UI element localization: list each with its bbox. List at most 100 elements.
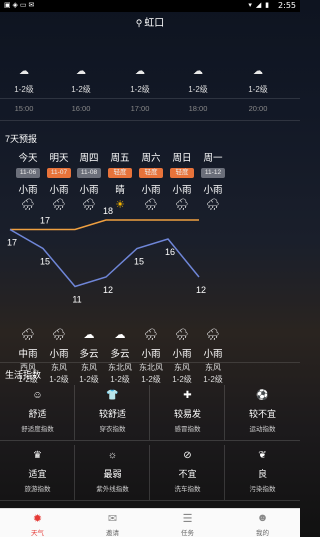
low-temp-label: 15: [134, 257, 144, 267]
date-badge: 轻度: [108, 168, 132, 178]
low-temp-label: 15: [40, 257, 50, 267]
status-time: 2:55: [278, 1, 296, 10]
status-left-icons: ▣ ◈ ▭ ✉: [4, 2, 35, 9]
life-index-value: 最弱: [103, 469, 122, 479]
life-index-item[interactable]: 👕 较舒适 穿衣指数: [75, 385, 150, 441]
night-condition: 小雨: [141, 349, 161, 360]
pill-icon: ✚: [183, 390, 192, 401]
day-condition: 小雨: [18, 185, 38, 196]
rain-cloud-icon: 🌧: [21, 329, 35, 341]
rain-cloud-icon: 🌧: [144, 329, 158, 341]
high-temp-line: [10, 219, 199, 231]
car-wash-icon: ⊘: [183, 450, 192, 461]
night-wind-level: 1-2级: [49, 375, 69, 384]
high-temp-label: 17: [40, 216, 50, 226]
life-index-item[interactable]: ⊘ 不宜洗车指数: [150, 445, 225, 501]
day-name: 今天: [18, 153, 38, 164]
day-condition: 小雨: [203, 185, 223, 196]
low-temp-label: 12: [103, 285, 113, 295]
date-badge: 11-12: [201, 168, 225, 178]
date-badge: 11-08: [77, 168, 101, 178]
date-badge: 轻度: [170, 168, 194, 178]
date-badge: 轻度: [139, 168, 163, 178]
cloudy-icon: ☁: [83, 329, 95, 341]
day-condition: 晴: [115, 185, 125, 196]
night-wind: 东风: [81, 363, 97, 372]
life-index-value: 舒适: [28, 409, 47, 419]
low-temp-line: [9, 228, 200, 288]
life-index-item[interactable]: ♛ 适宜 旅游指数: [0, 445, 75, 501]
low-temp-label: 17: [7, 238, 17, 248]
life-index-value: 不宜: [178, 469, 197, 479]
hour-wind: 1-2级: [71, 85, 91, 94]
rain-cloud-icon: 🌧: [52, 329, 66, 341]
life-index-name: 舒适度指数: [21, 426, 54, 433]
city-name: 虹口: [144, 18, 165, 29]
life-index-name: 运动指数: [249, 426, 276, 433]
status-right-icons: ▾ ◢ ▮: [248, 2, 270, 9]
life-index-name: 洗车指数: [174, 486, 201, 493]
day-name: 周五: [110, 153, 130, 164]
tab-mail[interactable]: ✉ 邀请: [75, 509, 150, 537]
night-wind-level: 1-2级: [110, 375, 130, 384]
hour-time: 17:00: [130, 104, 150, 113]
divider: [0, 362, 300, 363]
life-index-name: 穿衣指数: [99, 426, 126, 433]
city-header[interactable]: ⚲ 虹口: [0, 14, 300, 29]
hour-time: 15:00: [14, 104, 34, 113]
uv-icon: ☼: [107, 450, 118, 461]
cloud-icon: ☁: [19, 66, 29, 77]
rain-cloud-icon: 🌧: [206, 329, 220, 341]
ball-icon: ⚽: [256, 390, 269, 401]
night-wind: 东风: [205, 363, 221, 372]
low-temp-label: 12: [196, 285, 206, 295]
status-bar: ▣ ◈ ▭ ✉ ▾ ◢ ▮ 2:55: [0, 0, 300, 12]
day-name: 周日: [172, 153, 192, 164]
life-index-item[interactable]: ☼ 最弱 紫外线指数: [75, 445, 150, 501]
tab-profile[interactable]: ☻ 我的: [225, 509, 300, 537]
day-name: 周四: [79, 153, 99, 164]
low-temp-label: 16: [165, 247, 175, 257]
cloudy-icon: ☁: [114, 329, 126, 341]
hour-time: 18:00: [188, 104, 208, 113]
life-index-value: 良: [257, 469, 267, 479]
night-condition: 中雨: [18, 349, 38, 360]
profile-icon: ☻: [256, 512, 269, 524]
cloud-icon: ☁: [253, 66, 263, 77]
life-index-item[interactable]: ☺ 舒适舒适度指数: [0, 385, 75, 441]
night-wind-level: 1-2级: [172, 375, 192, 384]
day-condition: 小雨: [79, 185, 99, 196]
high-temp-label: 18: [103, 206, 113, 216]
cloud-icon: ☁: [135, 66, 145, 77]
hour-wind: 1-2级: [130, 85, 150, 94]
life-index-item[interactable]: ⚽ 较不宜 运动指数: [225, 385, 300, 441]
life-index-name: 旅游指数: [24, 486, 51, 493]
tab-label: 任务: [181, 530, 194, 537]
tab-label: 天气: [31, 530, 44, 537]
tab-weather[interactable]: ✹ 天气: [0, 509, 75, 537]
night-condition: 小雨: [172, 349, 192, 360]
night-condition: 多云: [79, 349, 99, 360]
location-pin-icon: ⚲: [135, 18, 143, 28]
life-index-value: 较易发: [173, 409, 201, 419]
tab-task[interactable]: ☰ 任务: [150, 509, 225, 537]
day-condition: 小雨: [141, 185, 161, 196]
life-index-value: 较舒适: [98, 409, 126, 419]
tab-label: 我的: [256, 530, 269, 537]
mail-icon: ✉: [107, 513, 118, 525]
divider: [0, 120, 300, 121]
smile-icon: ☺: [32, 390, 43, 401]
night-wind-level: 1-2级: [79, 375, 99, 384]
date-badge: 11-06: [16, 168, 40, 178]
travel-icon: ♛: [33, 450, 42, 461]
life-index-item[interactable]: ✚ 较易发 感冒指数: [150, 385, 225, 441]
day-condition: 小雨: [49, 185, 69, 196]
night-wind-level: 1-2级: [141, 375, 161, 384]
forecast-title: 7天预报: [5, 134, 38, 144]
night-wind: 东风: [174, 363, 190, 372]
rain-cloud-icon: 🌧: [175, 329, 189, 341]
life-index-title: 生活指数: [5, 370, 42, 380]
hour-wind: 1-2级: [188, 85, 208, 94]
life-index-name: 污染指数: [249, 486, 276, 493]
life-index-item[interactable]: ❦ 良污染指数: [225, 445, 300, 501]
